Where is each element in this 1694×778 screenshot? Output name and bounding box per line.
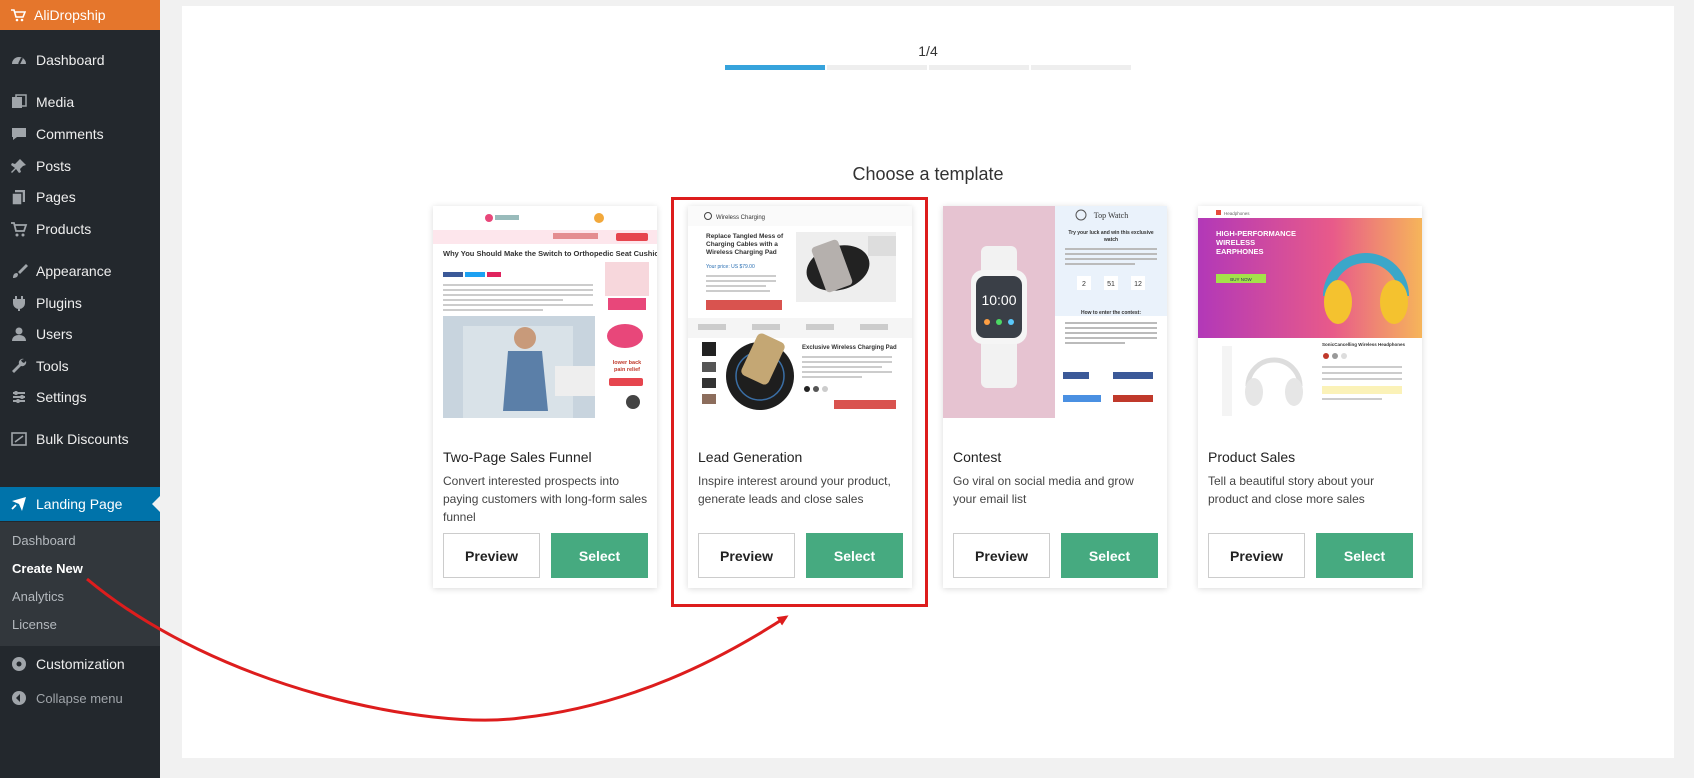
- dashboard-icon: [10, 51, 28, 69]
- card-title: Two-Page Sales Funnel: [443, 449, 592, 465]
- sidebar-item-label: Pages: [36, 189, 76, 205]
- select-button[interactable]: Select: [1316, 533, 1413, 578]
- submenu-item-dashboard[interactable]: Dashboard: [12, 533, 76, 548]
- admin-sidebar: AliDropship Dashboard Media Comments Pos…: [0, 0, 160, 778]
- countdown-days: 2: [1082, 281, 1086, 288]
- thumb-brand: Headphones: [1224, 211, 1250, 216]
- submenu-item-analytics[interactable]: Analytics: [12, 589, 64, 604]
- template-card-contest: 10:00 Top Watch Try your luck and win th…: [943, 206, 1167, 588]
- sidebar-item-label: Appearance: [36, 263, 112, 279]
- main-panel: 1/4 Choose a template: [182, 6, 1674, 758]
- template-thumbnail[interactable]: Headphones HIGH-PERFORMANCE WIRELESS EAR…: [1198, 206, 1422, 418]
- template-card-product-sales: Headphones HIGH-PERFORMANCE WIRELESS EAR…: [1198, 206, 1422, 588]
- select-button[interactable]: Select: [1061, 533, 1158, 578]
- sidebar-item-comments[interactable]: Comments: [0, 117, 160, 151]
- template-card-sales-funnel: Why You Should Make the Switch to Orthop…: [433, 206, 657, 588]
- plug-icon: [10, 294, 28, 312]
- sidebar-item-landing-page[interactable]: Landing Page: [0, 487, 160, 521]
- media-icon: [10, 93, 28, 111]
- template-thumbnail[interactable]: Why You Should Make the Switch to Orthop…: [433, 206, 657, 418]
- sidebar-item-label: Tools: [36, 358, 69, 374]
- highlight-box: [671, 197, 928, 607]
- card-description: Tell a beautiful story about your produc…: [1208, 474, 1375, 506]
- thumb-brand: Top Watch: [1094, 211, 1128, 220]
- sidebar-item-label: Settings: [36, 389, 87, 405]
- comments-icon: [10, 125, 28, 143]
- progress-segment: [1031, 65, 1131, 70]
- progress-segment: [929, 65, 1029, 70]
- discount-icon: [10, 430, 28, 448]
- sidebar-item-posts[interactable]: Posts: [0, 149, 160, 183]
- sidebar-item-pages[interactable]: Pages: [0, 180, 160, 214]
- brand-label: AliDropship: [34, 7, 106, 23]
- customization-icon: [10, 655, 28, 673]
- svg-text:pain relief: pain relief: [614, 367, 640, 373]
- sidebar-item-label: Dashboard: [36, 52, 105, 68]
- thumb-headline: Why You Should Make the Switch to Orthop…: [443, 249, 657, 258]
- card-title: Contest: [953, 449, 1002, 465]
- sidebar-item-appearance[interactable]: Appearance: [0, 254, 160, 288]
- plane-icon: [10, 495, 28, 513]
- sidebar-item-label: Users: [36, 326, 73, 342]
- sidebar-item-settings[interactable]: Settings: [0, 380, 160, 414]
- submenu-item-license[interactable]: License: [12, 617, 57, 632]
- select-button[interactable]: Select: [551, 533, 648, 578]
- thumb-watch-time: 10:00: [981, 292, 1016, 308]
- thumb-cta: BUY NOW: [1230, 277, 1252, 282]
- progress-segment: [827, 65, 927, 70]
- sidebar-item-label: Comments: [36, 126, 104, 142]
- card-description: Convert interested prospects into paying…: [443, 474, 648, 524]
- sidebar-item-label: Posts: [36, 158, 72, 174]
- submenu-item-create-new[interactable]: Create New: [12, 561, 83, 576]
- sidebar-item-label: Products: [36, 221, 92, 237]
- step-progress-bar: [725, 65, 1131, 70]
- step-indicator: 1/4: [918, 43, 938, 59]
- cart-icon: [10, 7, 26, 23]
- wrench-icon: [10, 357, 28, 375]
- template-thumbnail[interactable]: 10:00 Top Watch Try your luck and win th…: [943, 206, 1167, 418]
- svg-text:HIGH-PERFORMANCE: HIGH-PERFORMANCE: [1216, 229, 1296, 238]
- thumb-product: SonicCancelling Wireless Headphones: [1322, 342, 1405, 347]
- progress-segment: [725, 65, 825, 70]
- cart-icon: [10, 220, 28, 238]
- countdown-hours: 51: [1107, 281, 1115, 288]
- svg-text:WIRELESS: WIRELESS: [1216, 238, 1255, 247]
- card-title: Product Sales: [1208, 449, 1296, 465]
- user-icon: [10, 325, 28, 343]
- svg-text:EARPHONES: EARPHONES: [1216, 247, 1264, 256]
- sidebar-item-label: Plugins: [36, 295, 82, 311]
- page-title: Choose a template: [852, 164, 1004, 184]
- sidebar-item-label: Bulk Discounts: [36, 431, 129, 447]
- banner-text: [553, 233, 598, 239]
- sidebar-item-media[interactable]: Media: [0, 85, 160, 119]
- svg-text:Try your luck and win this exc: Try your luck and win this exclusive: [1068, 230, 1154, 236]
- collapse-menu-button[interactable]: Collapse menu: [0, 681, 160, 715]
- sidebar-item-customization[interactable]: Customization: [0, 647, 160, 681]
- pin-icon: [10, 157, 28, 175]
- countdown-minutes: 12: [1134, 281, 1142, 288]
- sidebar-item-users[interactable]: Users: [0, 317, 160, 351]
- landing-page-submenu: Dashboard Create New Analytics License: [0, 522, 160, 646]
- sidebar-item-products[interactable]: Products: [0, 212, 160, 246]
- sidebar-item-label: Collapse menu: [36, 690, 123, 706]
- sidebar-item-bulk-discounts[interactable]: Bulk Discounts: [0, 422, 160, 456]
- sidebar-item-label: Customization: [36, 656, 125, 672]
- sidebar-item-tools[interactable]: Tools: [0, 349, 160, 383]
- sidebar-brand[interactable]: AliDropship: [0, 0, 160, 30]
- preview-button[interactable]: Preview: [1208, 533, 1305, 578]
- sidebar-item-label: Landing Page: [36, 496, 123, 512]
- thumb-section: How to enter the contest:: [1081, 310, 1141, 316]
- preview-button[interactable]: Preview: [443, 533, 540, 578]
- sidebar-item-dashboard[interactable]: Dashboard: [0, 43, 160, 77]
- pages-icon: [10, 188, 28, 206]
- svg-text:watch: watch: [1103, 237, 1118, 243]
- collapse-icon: [10, 689, 28, 707]
- card-description: Go viral on social media and grow your e…: [953, 474, 1134, 506]
- brush-icon: [10, 262, 28, 280]
- preview-button[interactable]: Preview: [953, 533, 1050, 578]
- sidebar-item-plugins[interactable]: Plugins: [0, 286, 160, 320]
- sidebar-item-label: Media: [36, 94, 75, 110]
- settings-icon: [10, 388, 28, 406]
- svg-text:lower back: lower back: [613, 360, 642, 366]
